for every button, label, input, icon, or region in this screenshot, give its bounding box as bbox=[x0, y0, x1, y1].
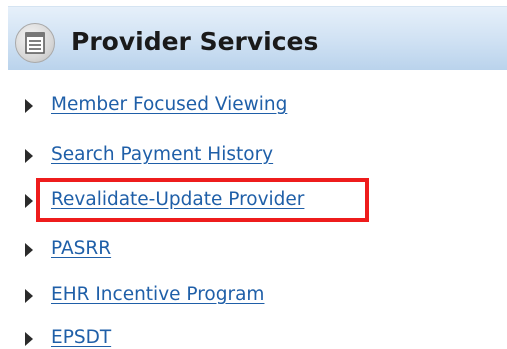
list-item: EPSDT bbox=[0, 324, 507, 349]
list-item: Member Focused Viewing bbox=[0, 91, 507, 121]
bullet-arrow-icon bbox=[25, 332, 33, 346]
bullet-arrow-icon bbox=[25, 99, 33, 113]
search-payment-history-link[interactable]: Search Payment History bbox=[51, 143, 273, 167]
provider-services-links: Member Focused Viewing Search Payment Hi… bbox=[0, 0, 507, 349]
bullet-arrow-icon bbox=[25, 289, 33, 303]
provider-services-panel: Provider Services Member Focused Viewing… bbox=[0, 0, 507, 349]
list-item: Search Payment History bbox=[0, 141, 507, 171]
pasrr-link[interactable]: PASRR bbox=[51, 237, 111, 261]
bullet-arrow-icon bbox=[25, 243, 33, 257]
bullet-arrow-icon bbox=[25, 149, 33, 163]
ehr-incentive-program-link[interactable]: EHR Incentive Program bbox=[51, 283, 264, 307]
member-focused-viewing-link[interactable]: Member Focused Viewing bbox=[51, 93, 287, 117]
highlight-box bbox=[36, 178, 369, 222]
bullet-arrow-icon bbox=[25, 194, 33, 208]
list-item: EHR Incentive Program bbox=[0, 281, 507, 311]
list-item: PASRR bbox=[0, 235, 507, 265]
epsdt-link[interactable]: EPSDT bbox=[51, 326, 111, 349]
